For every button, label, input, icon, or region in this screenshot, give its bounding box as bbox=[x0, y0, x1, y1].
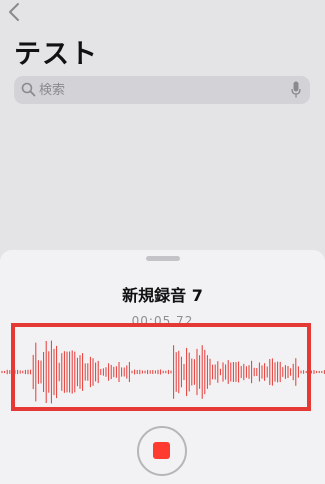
back-chevron-icon[interactable] bbox=[6, 2, 22, 22]
search-bar[interactable] bbox=[14, 76, 310, 104]
microphone-icon[interactable] bbox=[291, 81, 301, 99]
page-title: テスト bbox=[14, 39, 98, 70]
stop-recording-button[interactable] bbox=[137, 426, 187, 476]
sheet-grabber[interactable] bbox=[146, 256, 180, 261]
search-icon bbox=[21, 82, 36, 97]
search-input[interactable] bbox=[39, 76, 279, 104]
stop-icon bbox=[153, 442, 170, 459]
waveform-highlight-box bbox=[11, 323, 311, 411]
recording-title: 新規録音 7 bbox=[122, 286, 203, 305]
recording-sheet: 新規録音 7 00:05.72 bbox=[0, 250, 325, 484]
